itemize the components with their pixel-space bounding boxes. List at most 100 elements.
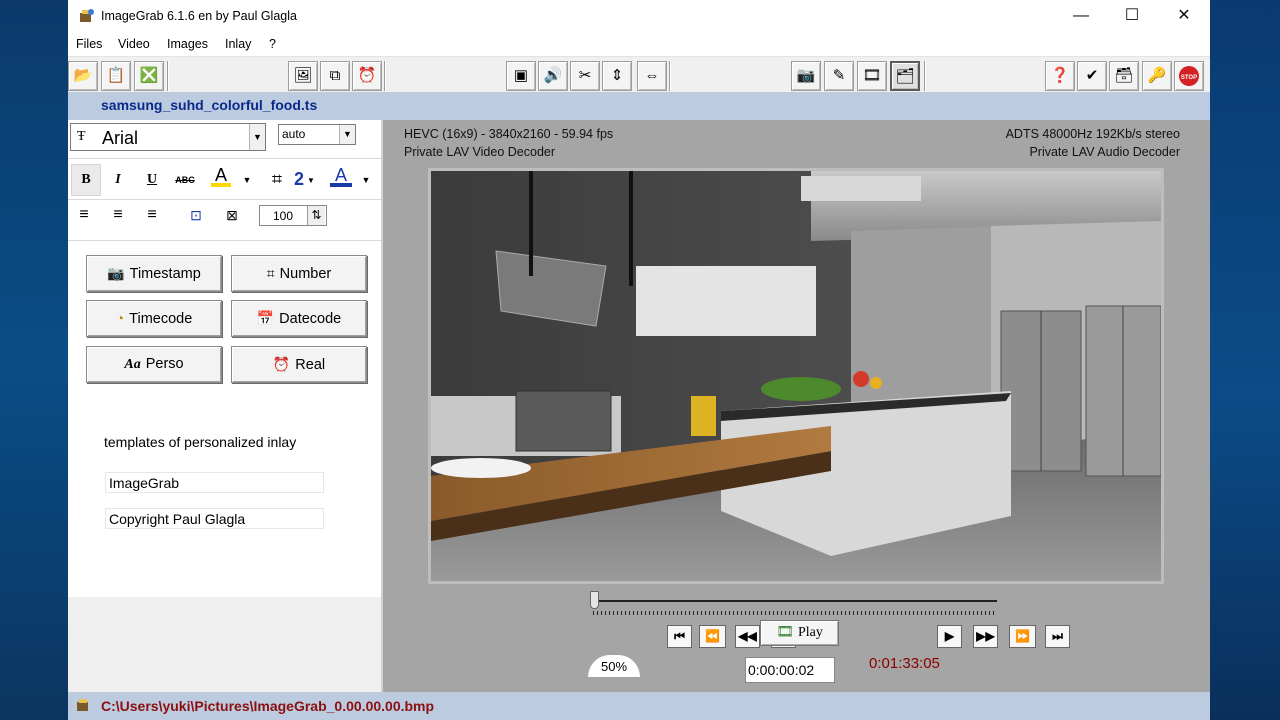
output-file-path: C:\Users\yuki\Pictures\ImageGrab_0.00.00… (101, 698, 435, 714)
copy-icon[interactable]: ⧉ (320, 61, 350, 91)
border-icon[interactable]: ⌗ (265, 166, 289, 192)
timecode-label: Timecode (129, 311, 193, 327)
datecode-button[interactable]: 📅 Datecode (231, 300, 367, 337)
close-button[interactable]: ✕ (1161, 0, 1207, 32)
timestamp-button[interactable]: 📷 Timestamp (86, 255, 222, 292)
real-button[interactable]: ⏰ Real (231, 346, 367, 383)
chevron-down-icon[interactable]: ▼ (240, 167, 254, 193)
dv-icon[interactable]: 🎞 (857, 61, 887, 91)
camera-icon: 📷 (107, 265, 125, 281)
perso-button[interactable]: Aa Perso (86, 346, 222, 383)
position-bottom-icon[interactable]: ⊡ (183, 202, 209, 228)
align-right-icon[interactable]: ≡ (139, 202, 165, 228)
menu-inlay[interactable]: Inlay (225, 37, 251, 51)
imagegrab-app-icon (79, 8, 95, 24)
position-time-input[interactable]: 0:00:00:02 (745, 657, 835, 683)
frame-icon[interactable]: ⊠ (219, 202, 245, 228)
template-item[interactable]: ImageGrab (105, 472, 324, 493)
menu-video[interactable]: Video (118, 37, 150, 51)
spinner-icon[interactable]: ⇅ (307, 206, 325, 225)
divider (68, 199, 382, 200)
maximize-button[interactable]: ☐ (1109, 0, 1155, 32)
number-button[interactable]: ⌗ Number (231, 255, 367, 292)
edit-chart-icon[interactable]: ✎ (824, 61, 854, 91)
menu-help[interactable]: ? (269, 37, 276, 51)
fast-forward-button[interactable]: ⏩ (1009, 625, 1036, 648)
help-icon[interactable]: ❓ (1045, 61, 1075, 91)
strikethrough-button[interactable]: ABC (172, 167, 198, 193)
truetype-icon: Ŧ (77, 129, 86, 144)
audio-decoder-info: Private LAV Audio Decoder (1029, 145, 1180, 159)
align-center-icon[interactable]: ≡ (105, 202, 131, 228)
font-select[interactable]: Ŧ Arial ▼ (70, 123, 266, 151)
datecode-label: Datecode (279, 311, 342, 327)
real-label: Real (295, 357, 326, 373)
clipboard-icon[interactable]: 📋 (101, 61, 131, 91)
check-icon[interactable]: ✔ (1077, 61, 1107, 91)
speaker-icon[interactable]: 🔊 (538, 61, 568, 91)
chevron-down-icon[interactable]: ▼ (359, 167, 373, 193)
alarm-clock-icon: ⏰ (272, 356, 291, 372)
font-size-value: auto (282, 127, 306, 141)
desktop-right (1210, 0, 1280, 720)
alarm-clock-icon[interactable]: ⏰ (352, 61, 382, 91)
desktop-left (0, 0, 68, 720)
chevron-down-icon[interactable]: ▼ (306, 168, 316, 194)
rewind-button[interactable]: ◀◀ (735, 625, 760, 648)
close-file-icon[interactable]: ❎ (134, 61, 164, 91)
position-slider-thumb[interactable] (590, 591, 599, 609)
video-decoder-info: Private LAV Video Decoder (404, 145, 556, 159)
calendar-icon: 📅 (256, 310, 275, 326)
font-color-icon[interactable]: A (330, 165, 352, 187)
align-left-icon[interactable]: ≡ (71, 202, 97, 228)
chevron-down-icon[interactable]: ▼ (249, 124, 265, 150)
video-preview[interactable] (431, 171, 1161, 581)
horizontal-resize-icon[interactable]: ⇔ (637, 61, 667, 91)
templates-heading: templates of personalized inlay (104, 434, 297, 450)
stop-icon[interactable]: STOP (1174, 61, 1204, 91)
menu-files[interactable]: Files (76, 37, 102, 51)
left-panel-footer (68, 597, 382, 692)
go-to-start-button[interactable]: ⏮ (667, 625, 692, 648)
fast-rewind-button[interactable]: ⏪ (699, 625, 726, 648)
underline-button[interactable]: U (139, 167, 165, 193)
key-icon[interactable]: 🔑 (1142, 61, 1172, 91)
imagegrab-status-icon (76, 697, 92, 716)
position-slider-track[interactable] (593, 600, 997, 602)
no-edit-icon[interactable]: ✂ (570, 61, 600, 91)
open-image-icon[interactable]: 🖼 (288, 61, 318, 91)
font-name: Arial (102, 128, 139, 148)
file-name: samsung_suhd_colorful_food.ts (101, 97, 318, 113)
menu-images[interactable]: Images (167, 37, 208, 51)
play-button[interactable]: 🎞 Play (760, 620, 839, 646)
video-area: HEVC (16x9) - 3840x2160 - 59.94 fps Priv… (383, 120, 1210, 692)
app-window: ImageGrab 6.1.6 en by Paul Glagla — ☐ ✕ … (68, 0, 1210, 720)
total-duration: 0:01:33:05 (869, 655, 940, 672)
properties-icon[interactable]: 🗃 (1109, 61, 1139, 91)
timecode-button[interactable]: ◔ Timecode (86, 300, 222, 337)
toolbar: 📂 📋 ❎ 🖼 ⧉ ⏰ ▣ 🔊 ✂ ⇕ ⇔ 📷 ✎ 🎞 🗂 ❓ ✔ 🗃 🔑 ST… (68, 56, 1210, 92)
highlight-color-icon[interactable]: A (211, 165, 231, 187)
hash-icon: ⌗ (266, 265, 275, 281)
chevron-down-icon[interactable]: ▼ (339, 125, 355, 144)
vertical-resize-icon[interactable]: ⇕ (602, 61, 632, 91)
template-item[interactable]: Copyright Paul Glagla (105, 508, 324, 529)
kitchen-scene-image (431, 171, 1161, 581)
play-label: Play (797, 625, 823, 640)
forward-button[interactable]: ▶▶ (973, 625, 998, 648)
video-frame (428, 168, 1164, 584)
toolbar-separator (924, 61, 926, 91)
minimize-button[interactable]: — (1058, 0, 1104, 32)
bold-button[interactable]: B (73, 167, 99, 193)
camera-icon[interactable]: 📷 (791, 61, 821, 91)
image-grab-icon[interactable]: 🗂 (890, 61, 920, 91)
step-forward-button[interactable]: ▶ (937, 625, 962, 648)
zoom-indicator[interactable]: 50% (588, 655, 640, 677)
perso-label: Perso (145, 356, 184, 372)
italic-button[interactable]: I (105, 167, 131, 193)
monitor-icon[interactable]: ▣ (506, 61, 536, 91)
font-size-select[interactable]: auto ▼ (278, 124, 356, 145)
go-to-end-button[interactable]: ⏭ (1045, 625, 1070, 648)
open-folder-icon[interactable]: 📂 (68, 61, 98, 91)
opacity-input[interactable]: 100 ⇅ (259, 205, 327, 226)
